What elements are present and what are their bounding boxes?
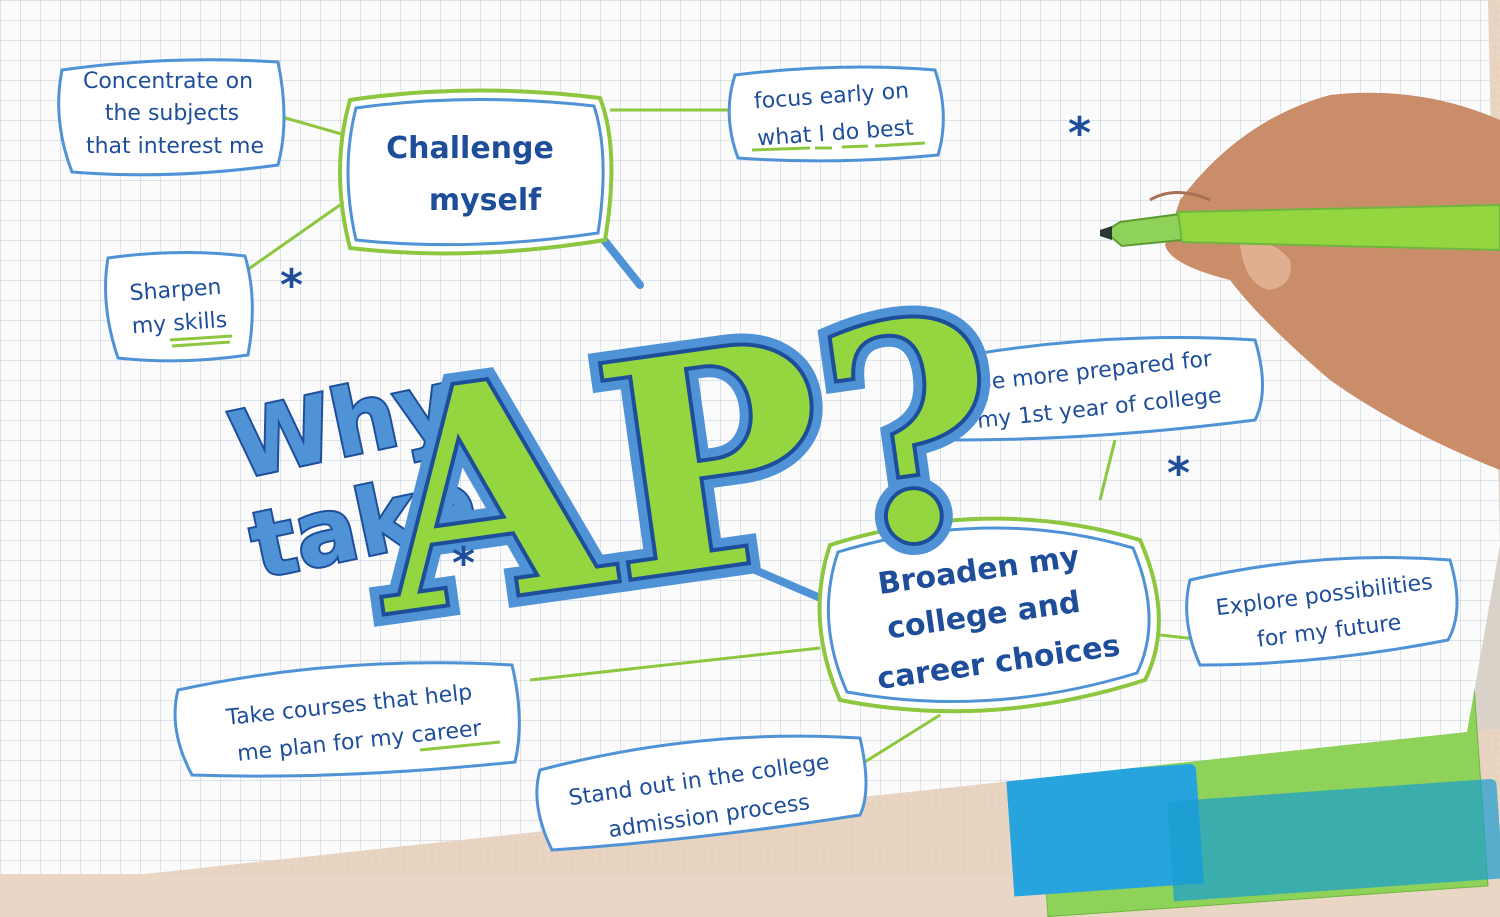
- note-courses: Take courses that help me plan for my ca…: [173, 661, 521, 778]
- challenge-line1: Challenge: [386, 131, 554, 166]
- note-stand-out: Stand out in the college admission proce…: [535, 734, 868, 852]
- note-explore: Explore possibilities for my future: [1185, 556, 1459, 667]
- marker-pen: [1100, 203, 1500, 252]
- concentrate-line2: the subjects: [105, 101, 239, 126]
- note-concentrate: Concentrate on the subjects that interes…: [57, 58, 286, 177]
- asterisk-icon: *: [280, 260, 303, 311]
- challenge-hub: Challenge myself: [338, 88, 614, 256]
- mind-map: Challenge myself Broaden my college and …: [57, 58, 1500, 852]
- challenge-line2: myself: [429, 183, 542, 218]
- note-sharpen: Sharpen my skills: [104, 250, 254, 363]
- asterisk-icon: *: [452, 538, 475, 589]
- concentrate-line1: Concentrate on: [83, 69, 253, 94]
- note-focus: focus early on what I do best: [727, 65, 945, 163]
- concentrate-line3: that interest me: [86, 134, 264, 159]
- asterisk-icon: *: [1167, 448, 1190, 499]
- asterisk-icon: *: [1068, 108, 1091, 159]
